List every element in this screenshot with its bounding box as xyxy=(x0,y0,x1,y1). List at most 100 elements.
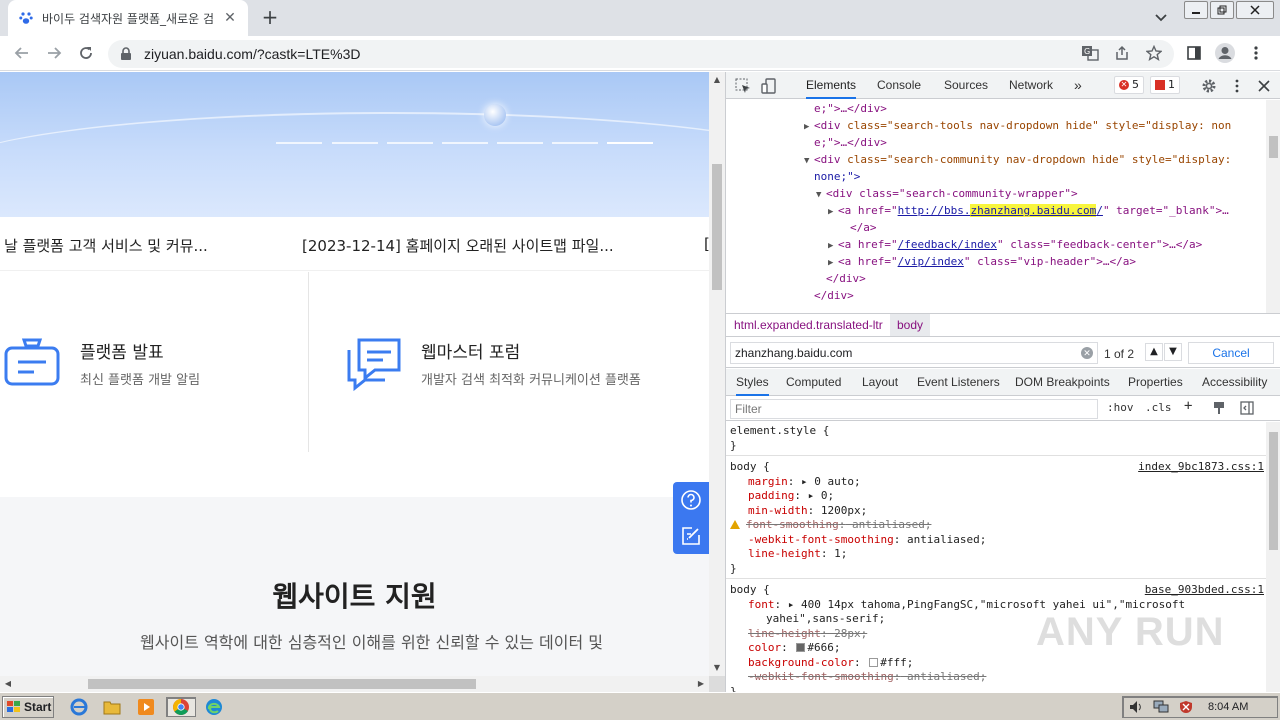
carousel-dot[interactable] xyxy=(332,142,378,144)
page-vertical-scrollbar[interactable]: ▲ ▼ xyxy=(709,72,725,676)
toggle-sidebar-icon[interactable] xyxy=(1240,401,1254,418)
style-selector[interactable]: body { xyxy=(730,583,770,598)
previous-match-chevron-icon[interactable]: ▲ xyxy=(1145,343,1163,361)
dom-node-line[interactable]: e;">…</div> xyxy=(814,134,887,151)
tab-computed[interactable]: Computed xyxy=(786,369,841,396)
cancel-search-button[interactable]: Cancel xyxy=(1188,342,1274,364)
carousel-dot[interactable] xyxy=(442,142,488,144)
style-declaration[interactable]: min-width: 1200px; xyxy=(748,504,867,519)
media-player-icon[interactable] xyxy=(135,697,157,717)
style-declaration[interactable]: padding: ▸ 0; xyxy=(748,489,834,504)
scroll-right-arrow-icon[interactable]: ▶ xyxy=(693,676,709,692)
tab-layout[interactable]: Layout xyxy=(862,369,898,396)
device-toolbar-icon[interactable] xyxy=(760,77,778,95)
style-declaration[interactable]: line-height: 1; xyxy=(748,547,847,562)
network-icon[interactable] xyxy=(1153,700,1169,717)
devtools-menu-icon[interactable] xyxy=(1228,77,1246,95)
scrollbar-thumb[interactable] xyxy=(1269,432,1278,550)
tab-event-listeners[interactable]: Event Listeners xyxy=(917,369,1000,396)
tab-sources[interactable]: Sources xyxy=(944,72,988,99)
scroll-left-arrow-icon[interactable]: ◀ xyxy=(0,676,16,692)
scrollbar-thumb[interactable] xyxy=(88,679,476,689)
address-bar[interactable]: ziyuan.baidu.com/?castk=LTE%3D xyxy=(108,40,1174,68)
dom-node-line[interactable]: </div> xyxy=(814,287,854,304)
webmaster-forum-card[interactable]: 웹마스터 포럼 개발자 검색 최적화 커뮤니케이션 플랫폼 xyxy=(309,272,709,452)
color-swatch[interactable] xyxy=(796,643,806,652)
carousel-dot[interactable] xyxy=(276,142,322,144)
tab-properties[interactable]: Properties xyxy=(1128,369,1183,396)
edge-browser-icon[interactable] xyxy=(203,697,225,717)
style-declaration-overridden[interactable]: -webkit-font-smoothing: antialiased; xyxy=(748,670,986,685)
new-style-rule-plus-icon[interactable]: + xyxy=(1184,398,1192,414)
restore-button[interactable] xyxy=(1210,1,1234,19)
style-declaration-overridden[interactable]: font-smoothing: antialiased; xyxy=(730,518,931,533)
dom-search-input[interactable]: zhanzhang.baidu.com ✕ xyxy=(730,342,1098,364)
bookmark-star-icon[interactable] xyxy=(1142,41,1166,65)
page-horizontal-scrollbar[interactable]: ◀ ▶ xyxy=(0,676,709,692)
tab-dom-breakpoints[interactable]: DOM Breakpoints xyxy=(1015,369,1110,396)
close-window-button[interactable] xyxy=(1236,1,1274,19)
tab-accessibility[interactable]: Accessibility xyxy=(1202,369,1267,396)
tab-console[interactable]: Console xyxy=(877,72,921,99)
hover-state-toggle[interactable]: :hov xyxy=(1107,401,1134,414)
next-match-chevron-icon[interactable]: ▼ xyxy=(1164,343,1182,361)
side-panel-icon[interactable] xyxy=(1182,41,1206,65)
color-swatch[interactable] xyxy=(869,658,879,667)
translate-icon[interactable]: G xyxy=(1078,41,1102,65)
breadcrumb-item-selected[interactable]: body xyxy=(890,314,931,336)
close-devtools-icon[interactable] xyxy=(1255,77,1273,95)
share-icon[interactable] xyxy=(1110,41,1134,65)
help-question-icon[interactable] xyxy=(673,482,709,518)
style-declaration-overridden[interactable]: line-height: 28px; xyxy=(748,627,867,642)
tab-close-icon[interactable]: ✕ xyxy=(222,10,238,26)
carousel-dot[interactable] xyxy=(387,142,433,144)
minimize-button[interactable] xyxy=(1184,1,1208,19)
clear-search-icon[interactable]: ✕ xyxy=(1081,347,1093,359)
dom-tree-scrollbar[interactable] xyxy=(1266,100,1280,313)
paint-brush-icon[interactable] xyxy=(1212,401,1226,418)
news-item[interactable]: [2023-12-14] 홈페이지 오래된 사이트맵 파일... xyxy=(302,235,614,256)
class-toggle[interactable]: .cls xyxy=(1145,401,1172,414)
carousel-dot[interactable] xyxy=(497,142,543,144)
breadcrumb-item[interactable]: html.expanded.translated-ltr xyxy=(734,314,883,336)
tab-network[interactable]: Network xyxy=(1009,72,1053,99)
style-selector[interactable]: element.style { xyxy=(730,424,829,439)
style-selector[interactable]: body { xyxy=(730,460,770,475)
more-tabs-chevron-icon[interactable]: » xyxy=(1074,72,1082,99)
file-explorer-icon[interactable] xyxy=(101,697,123,717)
scrollbar-thumb[interactable] xyxy=(1269,136,1278,158)
scroll-down-arrow-icon[interactable]: ▼ xyxy=(709,660,725,676)
stylesheet-link[interactable]: index_9bc1873.css:1 xyxy=(1138,460,1264,475)
scroll-up-arrow-icon[interactable]: ▲ xyxy=(709,72,725,88)
dom-node-line[interactable]: none;"> xyxy=(814,168,860,185)
carousel-dot-active[interactable] xyxy=(607,142,653,144)
stylesheet-link[interactable]: base_903bded.css:1 xyxy=(1145,583,1264,598)
security-shield-icon[interactable] xyxy=(1179,700,1193,717)
tab-search-chevron-icon[interactable] xyxy=(1150,6,1172,28)
carousel-dot[interactable] xyxy=(552,142,598,144)
chrome-taskbar-icon[interactable] xyxy=(166,697,196,717)
style-declaration[interactable]: margin: ▸ 0 auto; xyxy=(748,475,861,490)
dom-node-line[interactable]: </a> xyxy=(850,219,877,236)
browser-tab[interactable]: 바이두 검색자원 플랫폼_새로운 검 ✕ xyxy=(8,0,248,36)
dom-node-line[interactable]: e;">…</div> xyxy=(814,100,887,117)
browser-menu-icon[interactable] xyxy=(1244,41,1268,65)
start-button[interactable]: Start xyxy=(2,696,54,718)
forward-arrow-icon[interactable] xyxy=(42,41,66,65)
profile-avatar-icon[interactable] xyxy=(1213,41,1237,65)
issues-count-badge[interactable]: 1 xyxy=(1150,76,1180,94)
dom-node-line[interactable]: ▶ <a href="http://bbs.zhanzhang.baidu.com… xyxy=(828,202,1229,221)
style-declaration[interactable]: color: #666; xyxy=(748,641,841,656)
styles-scrollbar[interactable] xyxy=(1266,422,1280,692)
inspect-element-icon[interactable] xyxy=(734,77,752,95)
lock-icon[interactable] xyxy=(120,47,134,61)
error-count-badge[interactable]: ✕ 5 xyxy=(1114,76,1144,94)
tab-styles[interactable]: Styles xyxy=(736,369,769,396)
styles-filter-input[interactable]: Filter xyxy=(730,399,1098,419)
feedback-edit-icon[interactable] xyxy=(673,518,709,554)
internet-explorer-icon[interactable] xyxy=(68,697,90,717)
settings-gear-icon[interactable] xyxy=(1200,77,1218,95)
tab-elements[interactable]: Elements xyxy=(806,72,857,99)
style-declaration[interactable]: background-color: #fff; xyxy=(748,656,913,671)
dom-node-line[interactable]: </div> xyxy=(826,270,866,287)
